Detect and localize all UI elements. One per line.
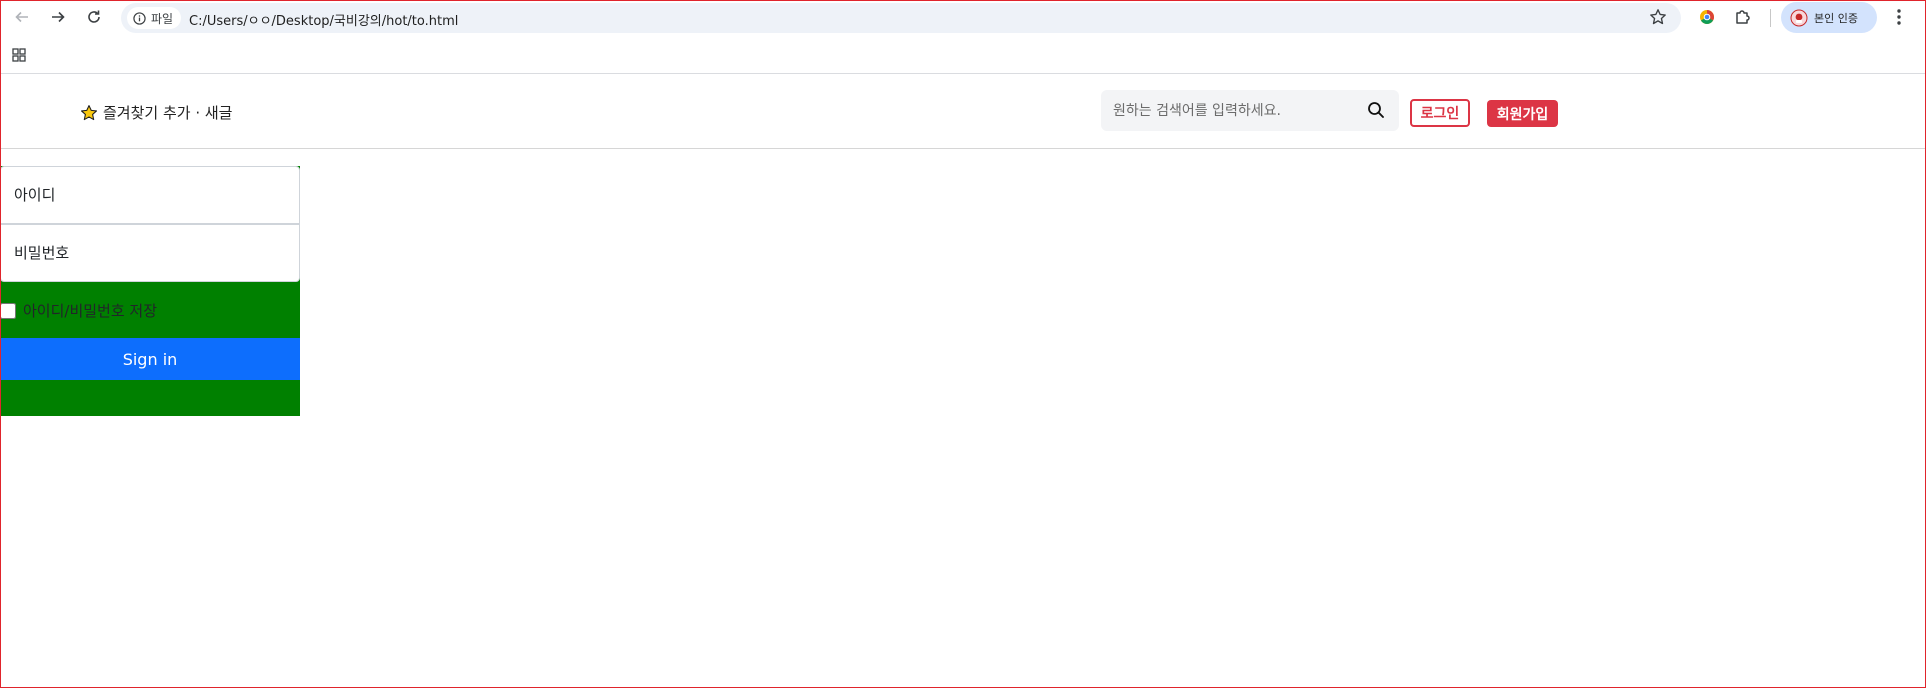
apps-button[interactable]	[12, 47, 26, 66]
id-input[interactable]	[0, 166, 300, 224]
remember-checkbox[interactable]	[0, 302, 16, 319]
search-button[interactable]	[1367, 101, 1385, 123]
site-info-label: 파일	[151, 11, 174, 26]
star-outline-icon	[1650, 9, 1666, 25]
toolbar-divider	[1770, 9, 1771, 27]
colorful-extension-button[interactable]	[1696, 6, 1718, 28]
browser-toolbar: 파일 C:/Users/ㅇㅇ/Desktop/국비강의/hot/to.html …	[0, 0, 1926, 35]
address-bar[interactable]: 파일 C:/Users/ㅇㅇ/Desktop/국비강의/hot/to.html	[121, 3, 1681, 33]
profile-label: 본인 인증	[1814, 11, 1858, 25]
site-info-chip[interactable]: 파일	[127, 7, 182, 29]
forward-button[interactable]	[47, 6, 69, 28]
back-button[interactable]	[11, 6, 33, 28]
site-header: 즐겨찾기 추가 · 새글 로그인 회원가입	[0, 75, 1926, 149]
bookmarks-bar	[0, 35, 1926, 74]
star-icon	[80, 104, 98, 120]
search-icon	[1368, 102, 1384, 118]
avatar-icon	[1790, 9, 1808, 26]
browser-menu-button[interactable]	[1888, 6, 1910, 28]
puzzle-icon	[1736, 10, 1750, 24]
reload-button[interactable]	[83, 6, 105, 28]
remember-option[interactable]: 아이디/비밀번호 저장	[0, 300, 157, 321]
login-form: 아이디/비밀번호 저장 Sign in	[0, 166, 300, 416]
kebab-menu-icon	[1897, 9, 1901, 25]
signin-button[interactable]: Sign in	[0, 338, 300, 380]
url-text[interactable]: C:/Users/ㅇㅇ/Desktop/국비강의/hot/to.html	[189, 10, 458, 29]
search-box	[1101, 90, 1399, 131]
search-input[interactable]	[1113, 100, 1353, 122]
remember-label: 아이디/비밀번호 저장	[23, 302, 158, 320]
login-button[interactable]: 로그인	[1410, 99, 1470, 127]
profile-button[interactable]: 본인 인증	[1781, 2, 1877, 33]
reload-icon	[88, 10, 100, 23]
bookmark-star-button[interactable]	[1649, 8, 1667, 30]
join-button[interactable]: 회원가입	[1487, 100, 1558, 127]
arrow-left-icon	[15, 11, 28, 23]
arrow-right-icon	[52, 11, 65, 23]
favorites-label: 즐겨찾기 추가 · 새글	[103, 104, 233, 122]
extensions-button[interactable]	[1732, 6, 1754, 28]
password-input[interactable]	[0, 224, 300, 282]
apps-grid-icon	[12, 48, 26, 62]
colorful-extension-icon	[1700, 10, 1714, 24]
favorites-link[interactable]: 즐겨찾기 추가 · 새글	[80, 102, 232, 123]
info-icon	[133, 11, 146, 25]
